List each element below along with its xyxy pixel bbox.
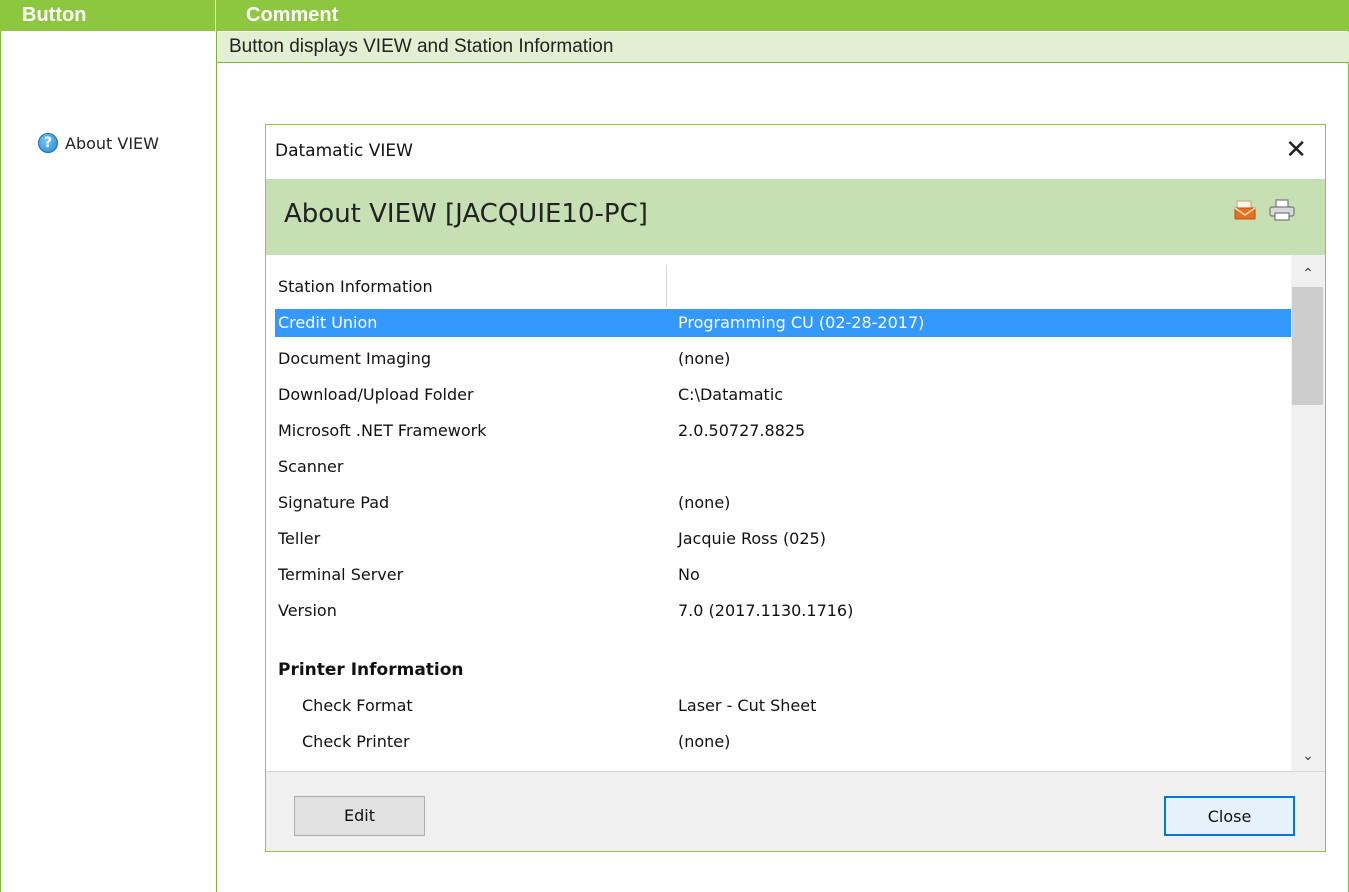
info-row[interactable]: Scanner	[275, 453, 1291, 481]
close-icon[interactable]: ✕	[1285, 135, 1307, 165]
printer-icon[interactable]	[1268, 199, 1296, 221]
about-view-label: About VIEW	[65, 133, 159, 153]
info-key: Check Printer ID	[302, 764, 432, 771]
dialog-footer: Edit Close	[266, 771, 1325, 851]
table-column-divider	[216, 31, 217, 892]
dialog-titlebar: Datamatic VIEW ✕	[266, 125, 1325, 179]
edit-button[interactable]: Edit	[294, 796, 425, 836]
info-key: Check Format	[302, 696, 413, 715]
dialog-title: Datamatic VIEW	[275, 141, 413, 161]
info-key: Credit Union	[278, 313, 378, 332]
help-icon: ?	[38, 133, 58, 153]
info-key: Printer Information	[278, 660, 464, 680]
info-value: C:\Datamatic	[678, 385, 784, 404]
table-border-left	[0, 31, 1, 892]
info-key: Version	[278, 601, 337, 620]
info-row[interactable]: Teller Jacquie Ross (025)	[275, 525, 1291, 553]
about-dialog: Datamatic VIEW ✕ About VIEW [JACQUIE10-P…	[265, 124, 1326, 852]
info-key: Document Imaging	[278, 349, 431, 368]
info-row[interactable]: Station Information	[275, 273, 1291, 301]
info-row[interactable]: Signature Pad (none)	[275, 489, 1291, 517]
info-key: Teller	[278, 529, 321, 548]
info-key: Check Printer	[302, 732, 410, 751]
info-row[interactable]: Version 7.0 (2017.1130.1716)	[275, 597, 1291, 625]
scroll-up-icon[interactable]: ⌃	[1291, 259, 1325, 289]
dialog-heading: About VIEW [JACQUIE10-PC]	[284, 199, 648, 229]
info-key: Signature Pad	[278, 493, 390, 512]
info-row[interactable]: Check Printer (none)	[275, 728, 1291, 756]
info-value: (none)	[678, 493, 731, 512]
comment-band-divider	[217, 62, 1349, 63]
info-key: Station Information	[278, 277, 433, 296]
info-value: (none)	[678, 349, 731, 368]
info-value: Laser - Cut Sheet	[678, 696, 817, 715]
info-value: 2.0.50727.8825	[678, 421, 806, 440]
info-row[interactable]: Terminal Server No	[275, 561, 1291, 589]
vertical-scrollbar[interactable]: ⌃ ⌄	[1291, 255, 1325, 771]
email-icon[interactable]	[1234, 200, 1256, 220]
document-table: Button Comment Button displays VIEW and …	[0, 0, 1349, 892]
dialog-heading-band: About VIEW [JACQUIE10-PC]	[266, 179, 1325, 255]
info-value: No	[678, 565, 700, 584]
station-info-grid: Station Information Credit Union Programmi…	[266, 255, 1325, 771]
info-row[interactable]: Download/Upload Folder C:\Datamatic	[275, 381, 1291, 409]
info-value: Jacquie Ross (025)	[678, 529, 826, 548]
info-key: Microsoft .NET Framework	[278, 421, 487, 440]
header-comment-column: Comment	[216, 0, 1349, 31]
info-value: (none)	[678, 732, 731, 751]
close-button[interactable]: Close	[1164, 796, 1295, 836]
info-row[interactable]: Check Format Laser - Cut Sheet	[275, 692, 1291, 720]
info-row[interactable]: Microsoft .NET Framework 2.0.50727.8825	[275, 417, 1291, 445]
info-row[interactable]: Printer Information	[275, 656, 1291, 684]
about-view-button[interactable]: ? About VIEW	[38, 131, 159, 155]
station-info-list: Station Information Credit Union Programmi…	[266, 255, 1291, 771]
comment-text: Button displays VIEW and Station Informa…	[217, 32, 1349, 62]
header-button-column: Button	[0, 0, 216, 31]
scrollbar-thumb[interactable]	[1292, 287, 1323, 405]
info-row[interactable]: Credit Union Programming CU (02-28-2017)	[275, 309, 1291, 337]
info-key: Terminal Server	[278, 565, 404, 584]
info-key: Download/Upload Folder	[278, 385, 474, 404]
info-row[interactable]: Document Imaging (none)	[275, 345, 1291, 373]
info-key: Scanner	[278, 457, 344, 476]
scroll-down-icon[interactable]: ⌄	[1291, 741, 1325, 771]
info-value: Programming CU (02-28-2017)	[678, 313, 925, 332]
info-value: 7.0 (2017.1130.1716)	[678, 601, 854, 620]
info-row[interactable]: Check Printer ID	[275, 764, 1291, 771]
